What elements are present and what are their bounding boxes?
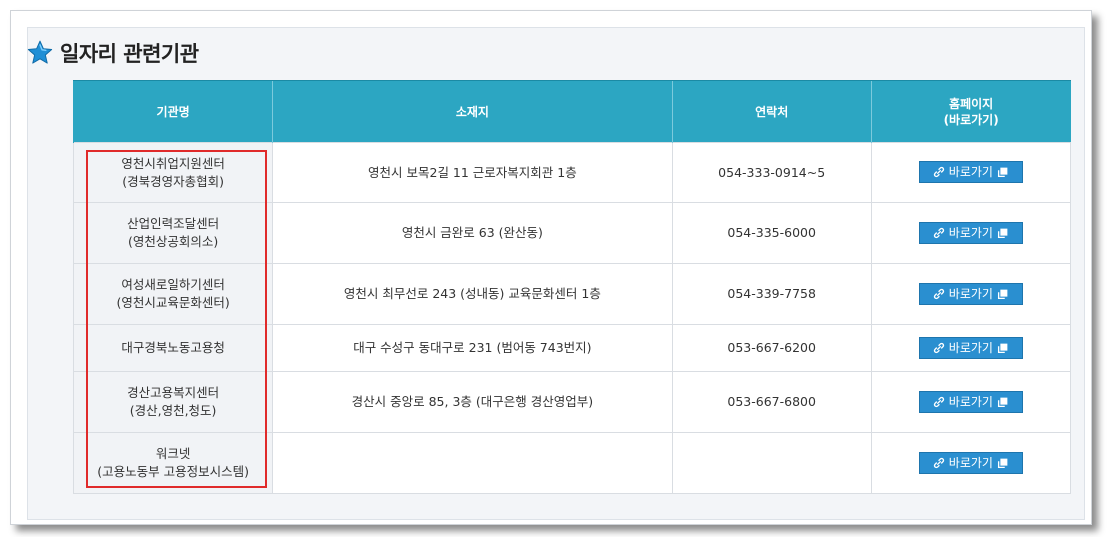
- table-row: 경산고용복지센터 (경산,영천,청도) 경산시 중앙로 85, 3층 (대구은행…: [72, 371, 1072, 433]
- table-header-row: 기관명 소재지 연락처 홈페이지 (바로가기): [72, 80, 1071, 143]
- institution-name: 대구경북노동고용청: [72, 324, 274, 372]
- go-button[interactable]: 바로가기: [918, 336, 1023, 359]
- institutions-table: 기관명 소재지 연락처 홈페이지 (바로가기) 영천시취업지원센터 (경북경영자…: [72, 80, 1072, 494]
- go-button[interactable]: 바로가기: [918, 451, 1023, 474]
- institution-address: 대구 수성구 동대구로 231 (범어동 743번지): [272, 324, 673, 372]
- header-address: 소재지: [272, 80, 673, 143]
- header-name: 기관명: [72, 80, 273, 143]
- link-icon: [933, 227, 944, 238]
- header-phone: 연락처: [671, 80, 872, 143]
- go-button[interactable]: 바로가기: [918, 390, 1023, 413]
- go-button[interactable]: 바로가기: [918, 282, 1023, 305]
- institution-phone: 054-333-0914~5: [671, 142, 872, 203]
- institution-phone: 054-335-6000: [671, 202, 872, 264]
- homepage-cell: 바로가기: [870, 371, 1072, 433]
- institution-name: 산업인력조달센터 (영천상공회의소): [72, 202, 274, 264]
- institution-name-line1: 영천시취업지원센터: [121, 155, 225, 171]
- institution-phone: 053-667-6800: [671, 371, 872, 433]
- homepage-cell: 바로가기: [870, 202, 1072, 264]
- institution-name-line1: 대구경북노동고용청: [121, 340, 225, 355]
- go-button[interactable]: 바로가기: [918, 221, 1023, 244]
- institution-phone: [671, 432, 872, 494]
- go-button-label: 바로가기: [948, 394, 993, 409]
- new-window-icon: [997, 167, 1008, 178]
- institution-address: [272, 432, 673, 494]
- institution-name: 영천시취업지원센터 (경북경영자총협회): [72, 142, 274, 203]
- table-row: 대구경북노동고용청 대구 수성구 동대구로 231 (범어동 743번지) 05…: [72, 324, 1072, 372]
- institution-name: 여성새로일하기센터 (영천시교육문화센터): [72, 263, 274, 325]
- header-homepage: 홈페이지 (바로가기): [870, 80, 1071, 143]
- institution-name-line2: (경산,영천,청도): [129, 403, 217, 418]
- new-window-icon: [997, 458, 1008, 468]
- table-row: 영천시취업지원센터 (경북경영자총협회) 영천시 보목2길 11 근로자복지회관…: [72, 142, 1072, 203]
- link-icon: [933, 166, 944, 178]
- go-button-label: 바로가기: [948, 225, 993, 240]
- homepage-cell: 바로가기: [870, 142, 1072, 203]
- institution-phone: 054-339-7758: [671, 263, 872, 325]
- institution-name-line2: (영천상공회의소): [127, 234, 219, 249]
- header-homepage-line2: (바로가기): [943, 112, 999, 127]
- new-window-icon: [997, 289, 1008, 299]
- institution-name-line2: (고용노동부 고용정보시스템): [97, 464, 249, 479]
- institution-name-line1: 경산고용복지센터: [127, 385, 220, 400]
- link-icon: [933, 396, 944, 407]
- go-button-label: 바로가기: [948, 286, 993, 301]
- institution-address: 영천시 금완로 63 (완산동): [272, 202, 673, 264]
- header-homepage-line1: 홈페이지: [949, 96, 994, 111]
- institution-name-line1: 여성새로일하기센터: [121, 277, 225, 292]
- institution-address: 영천시 보목2길 11 근로자복지회관 1층: [272, 142, 673, 203]
- link-icon: [933, 288, 944, 299]
- institution-name-line2: (영천시교육문화센터): [116, 295, 230, 310]
- homepage-cell: 바로가기: [870, 324, 1072, 372]
- institution-name: 워크넷 (고용노동부 고용정보시스템): [72, 432, 274, 494]
- section-header: 일자리 관련기관: [26, 38, 199, 68]
- new-window-icon: [997, 228, 1008, 238]
- go-button-label: 바로가기: [948, 165, 993, 179]
- institution-address: 경산시 중앙로 85, 3층 (대구은행 경산영업부): [272, 371, 673, 433]
- table-row: 워크넷 (고용노동부 고용정보시스템) 바로가기: [72, 432, 1072, 494]
- institution-address: 영천시 최무선로 243 (성내동) 교육문화센터 1층: [272, 263, 673, 325]
- link-icon: [933, 457, 944, 468]
- go-button[interactable]: 바로가기: [918, 161, 1023, 183]
- institution-phone: 053-667-6200: [671, 324, 872, 372]
- institution-name-line2: (경북경영자총협회): [122, 173, 224, 189]
- table-row: 산업인력조달센터 (영천상공회의소) 영천시 금완로 63 (완산동) 054-…: [72, 202, 1072, 264]
- homepage-cell: 바로가기: [870, 432, 1072, 494]
- institution-name-line1: 워크넷: [155, 446, 191, 461]
- new-window-icon: [997, 397, 1008, 407]
- go-button-label: 바로가기: [948, 455, 993, 470]
- institution-name: 경산고용복지센터 (경산,영천,청도): [72, 371, 274, 433]
- table-row: 여성새로일하기센터 (영천시교육문화센터) 영천시 최무선로 243 (성내동)…: [72, 263, 1072, 325]
- institution-name-line1: 산업인력조달센터: [127, 216, 220, 231]
- new-window-icon: [997, 343, 1008, 353]
- homepage-cell: 바로가기: [870, 263, 1072, 325]
- star-icon: [27, 40, 53, 64]
- go-button-label: 바로가기: [948, 340, 993, 355]
- link-icon: [933, 342, 944, 353]
- page-title: 일자리 관련기관: [60, 42, 199, 66]
